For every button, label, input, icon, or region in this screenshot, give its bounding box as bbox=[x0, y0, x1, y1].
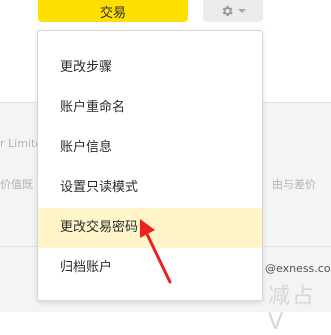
chevron-down-icon bbox=[238, 9, 246, 13]
menu-item-read-only-mode[interactable]: 设置只读模式 bbox=[38, 168, 262, 208]
gear-icon bbox=[222, 5, 233, 17]
settings-dropdown-button[interactable] bbox=[203, 0, 263, 22]
menu-item-account-info[interactable]: 账户信息 bbox=[38, 128, 262, 168]
annotation-arrow bbox=[140, 219, 172, 284]
price-text-right: 由与差价 bbox=[272, 178, 316, 191]
faint-background-glyphs: 减占 V bbox=[268, 284, 317, 335]
watermark-text: @exness.com bbox=[265, 262, 331, 275]
menu-item-change-leverage[interactable]: 更改步骤 bbox=[38, 48, 262, 88]
price-text-left: 价值既 bbox=[0, 178, 33, 191]
trade-button[interactable]: 交易 bbox=[38, 0, 188, 22]
menu-item-rename-account[interactable]: 账户重命名 bbox=[38, 88, 262, 128]
